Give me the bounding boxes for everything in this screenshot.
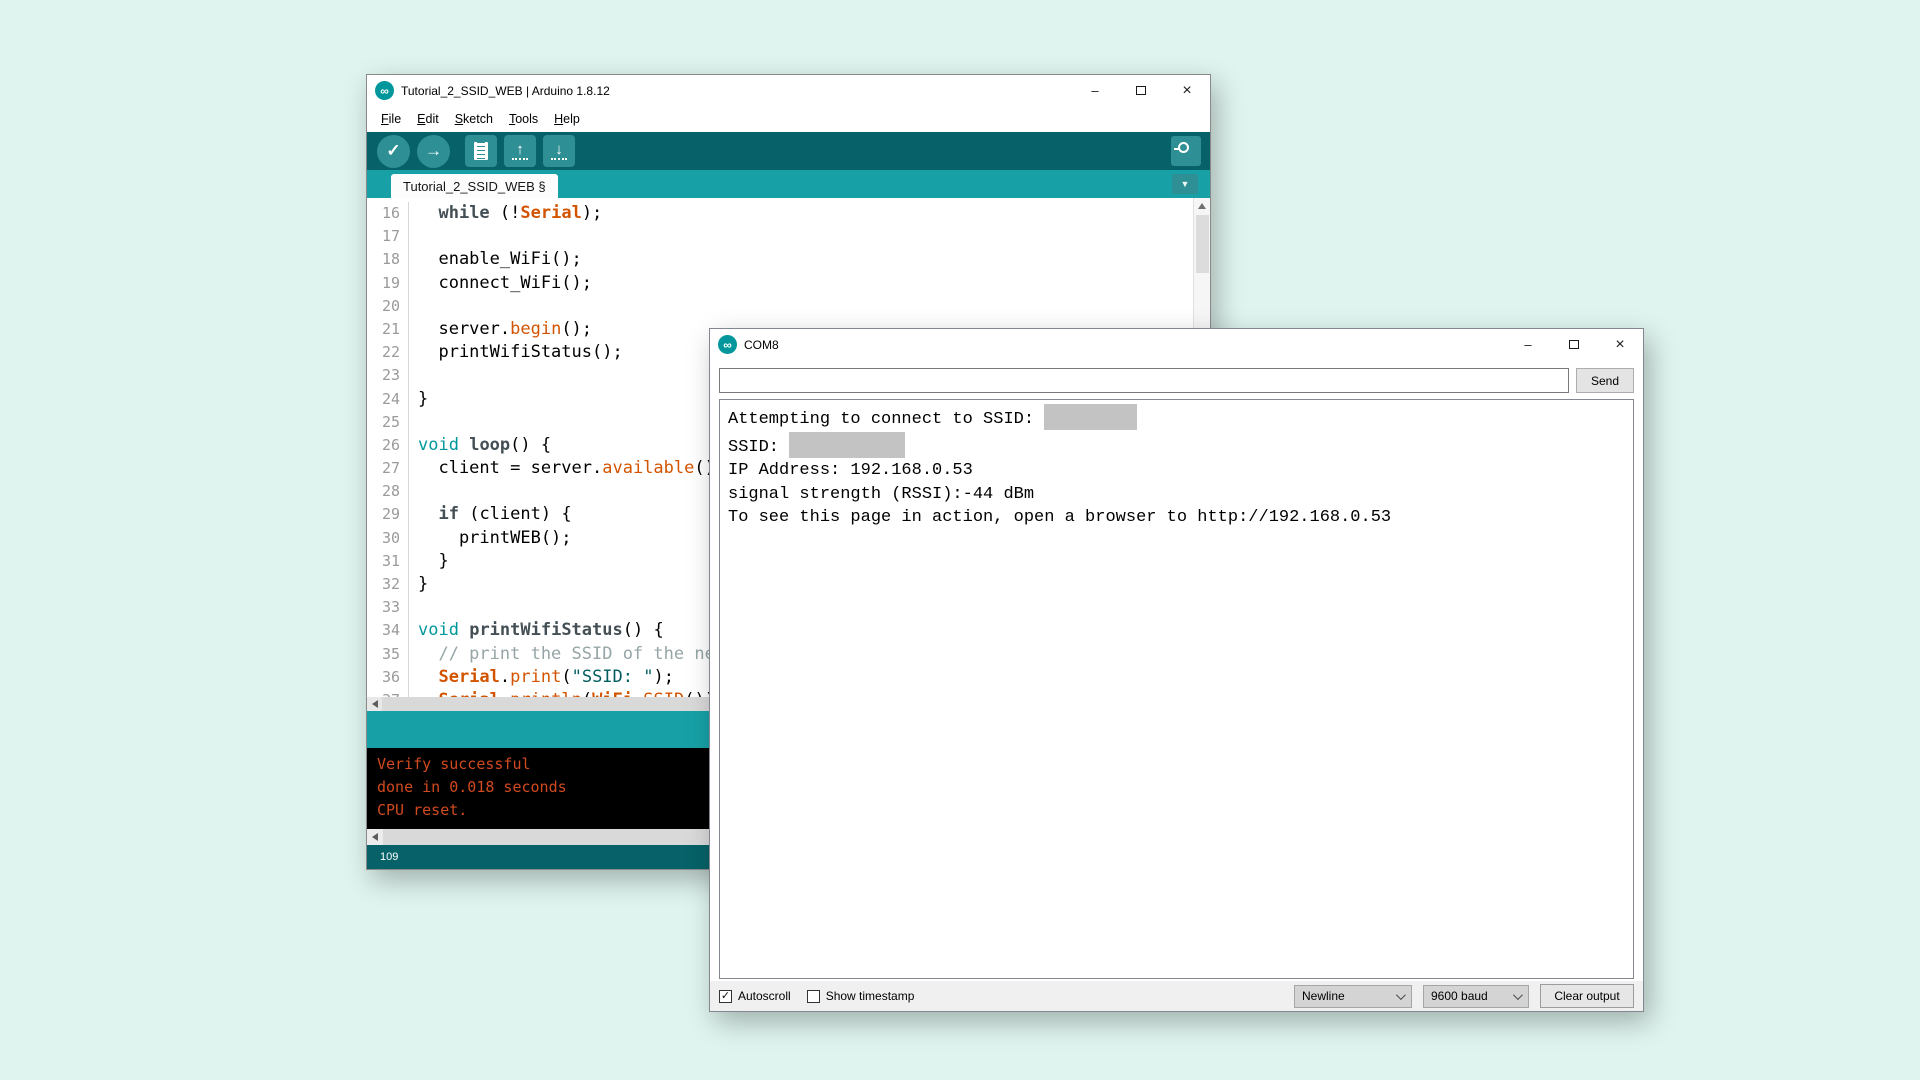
serial-titlebar[interactable]: ∞ COM8 – ×	[710, 329, 1643, 360]
line-number: 37	[367, 689, 409, 697]
code-line: 17	[367, 225, 1210, 248]
show-timestamp-label: Show timestamp	[826, 989, 915, 1003]
menu-tools[interactable]: Tools	[501, 109, 546, 129]
line-number: 31	[367, 550, 409, 573]
tab-menu-button[interactable]: ▼	[1172, 174, 1198, 194]
minimize-icon: –	[1091, 83, 1098, 98]
serial-send-input[interactable]	[719, 368, 1569, 393]
serial-maximize-button[interactable]	[1551, 329, 1597, 360]
chevron-down-icon: ▼	[1181, 179, 1190, 189]
line-ending-value: Newline	[1302, 989, 1345, 1003]
ide-minimize-button[interactable]: –	[1072, 75, 1118, 106]
magnifier-icon	[1178, 142, 1189, 153]
arduino-logo-icon: ∞	[375, 81, 394, 100]
code-line: 19 connect_WiFi();	[367, 272, 1210, 295]
ide-maximize-button[interactable]	[1118, 75, 1164, 106]
line-number: 19	[367, 272, 409, 295]
line-number: 27	[367, 457, 409, 480]
autoscroll-label: Autoscroll	[738, 989, 791, 1003]
ide-window-title: Tutorial_2_SSID_WEB | Arduino 1.8.12	[401, 84, 610, 98]
line-number: 30	[367, 527, 409, 550]
line-ending-select[interactable]: Newline	[1294, 985, 1412, 1008]
tab-sketch[interactable]: Tutorial_2_SSID_WEB §	[391, 174, 558, 198]
line-number: 28	[367, 480, 409, 503]
chevron-down-icon	[1513, 990, 1523, 1000]
menu-edit[interactable]: Edit	[409, 109, 447, 129]
menu-sketch[interactable]: Sketch	[447, 109, 501, 129]
vertical-scroll-thumb[interactable]	[1196, 215, 1209, 273]
menu-bar: FileEditSketchToolsHelp	[367, 106, 1210, 132]
serial-bottom-bar: ✓ Autoscroll Show timestamp Newline 9600…	[710, 981, 1643, 1011]
serial-window-title: COM8	[744, 338, 779, 352]
line-number: 25	[367, 411, 409, 434]
serial-output-line: To see this page in action, open a brows…	[728, 506, 1625, 530]
serial-output-line: Attempting to connect to SSID:	[728, 404, 1625, 432]
minimize-icon: –	[1524, 337, 1531, 352]
save-sketch-button[interactable]: ↓	[543, 135, 575, 167]
serial-monitor-window: ∞ COM8 – × Send Attempting to connect to…	[709, 328, 1644, 1012]
line-number: 21	[367, 318, 409, 341]
serial-close-button[interactable]: ×	[1597, 329, 1643, 360]
line-number: 32	[367, 573, 409, 596]
scroll-up-icon[interactable]	[1194, 198, 1210, 214]
scroll-left-icon[interactable]	[367, 697, 382, 711]
code-line: 18 enable_WiFi();	[367, 248, 1210, 271]
redacted-ssid-box	[1044, 404, 1137, 430]
save-down-arrow-icon: ↓	[551, 142, 567, 160]
right-arrow-icon: →	[425, 141, 442, 161]
line-number: 24	[367, 388, 409, 411]
verify-button[interactable]: ✓	[377, 135, 410, 168]
menu-help[interactable]: Help	[546, 109, 588, 129]
open-sketch-button[interactable]: ↑	[504, 135, 536, 167]
line-number: 16	[367, 202, 409, 225]
serial-output-line: signal strength (RSSI):-44 dBm	[728, 483, 1625, 507]
line-number: 18	[367, 248, 409, 271]
line-number: 17	[367, 225, 409, 248]
maximize-icon	[1136, 86, 1146, 95]
ide-toolbar: ✓ → ↑ ↓	[367, 132, 1210, 170]
chevron-down-icon	[1396, 990, 1406, 1000]
console-scroll-left-icon[interactable]	[367, 829, 383, 845]
line-number: 34	[367, 619, 409, 642]
open-up-arrow-icon: ↑	[512, 142, 528, 160]
clear-output-button[interactable]: Clear output	[1540, 984, 1634, 1008]
maximize-icon	[1569, 340, 1579, 349]
redacted-ssid-box	[789, 432, 905, 458]
line-number: 22	[367, 341, 409, 364]
line-number: 26	[367, 434, 409, 457]
serial-output-line: SSID:	[728, 432, 1625, 460]
current-line-indicator: 109	[380, 851, 398, 863]
serial-monitor-button[interactable]	[1171, 136, 1201, 166]
checkmark-icon: ✓	[386, 141, 400, 161]
serial-output-area: Attempting to connect to SSID: SSID: IP …	[719, 399, 1634, 979]
menu-file[interactable]: File	[373, 109, 409, 129]
line-number: 36	[367, 666, 409, 689]
ide-close-button[interactable]: ×	[1164, 75, 1210, 106]
baud-rate-value: 9600 baud	[1431, 989, 1488, 1003]
line-number: 23	[367, 364, 409, 387]
line-number: 35	[367, 643, 409, 666]
baud-rate-select[interactable]: 9600 baud	[1423, 985, 1529, 1008]
new-sketch-button[interactable]	[465, 135, 497, 167]
line-number: 20	[367, 295, 409, 318]
autoscroll-checkbox[interactable]: ✓	[719, 990, 732, 1003]
ide-titlebar[interactable]: ∞ Tutorial_2_SSID_WEB | Arduino 1.8.12 –…	[367, 75, 1210, 106]
show-timestamp-checkbox[interactable]	[807, 990, 820, 1003]
line-number: 29	[367, 503, 409, 526]
close-icon: ×	[1182, 82, 1191, 100]
tab-strip: Tutorial_2_SSID_WEB § ▼	[367, 170, 1210, 198]
line-number: 33	[367, 596, 409, 619]
code-line: 20	[367, 295, 1210, 318]
upload-button[interactable]: →	[417, 135, 450, 168]
send-button[interactable]: Send	[1576, 368, 1634, 393]
serial-output-line: IP Address: 192.168.0.53	[728, 459, 1625, 483]
close-icon: ×	[1615, 336, 1624, 354]
serial-minimize-button[interactable]: –	[1505, 329, 1551, 360]
code-line: 16 while (!Serial);	[367, 202, 1210, 225]
document-icon	[474, 142, 488, 160]
arduino-logo-icon: ∞	[718, 335, 737, 354]
